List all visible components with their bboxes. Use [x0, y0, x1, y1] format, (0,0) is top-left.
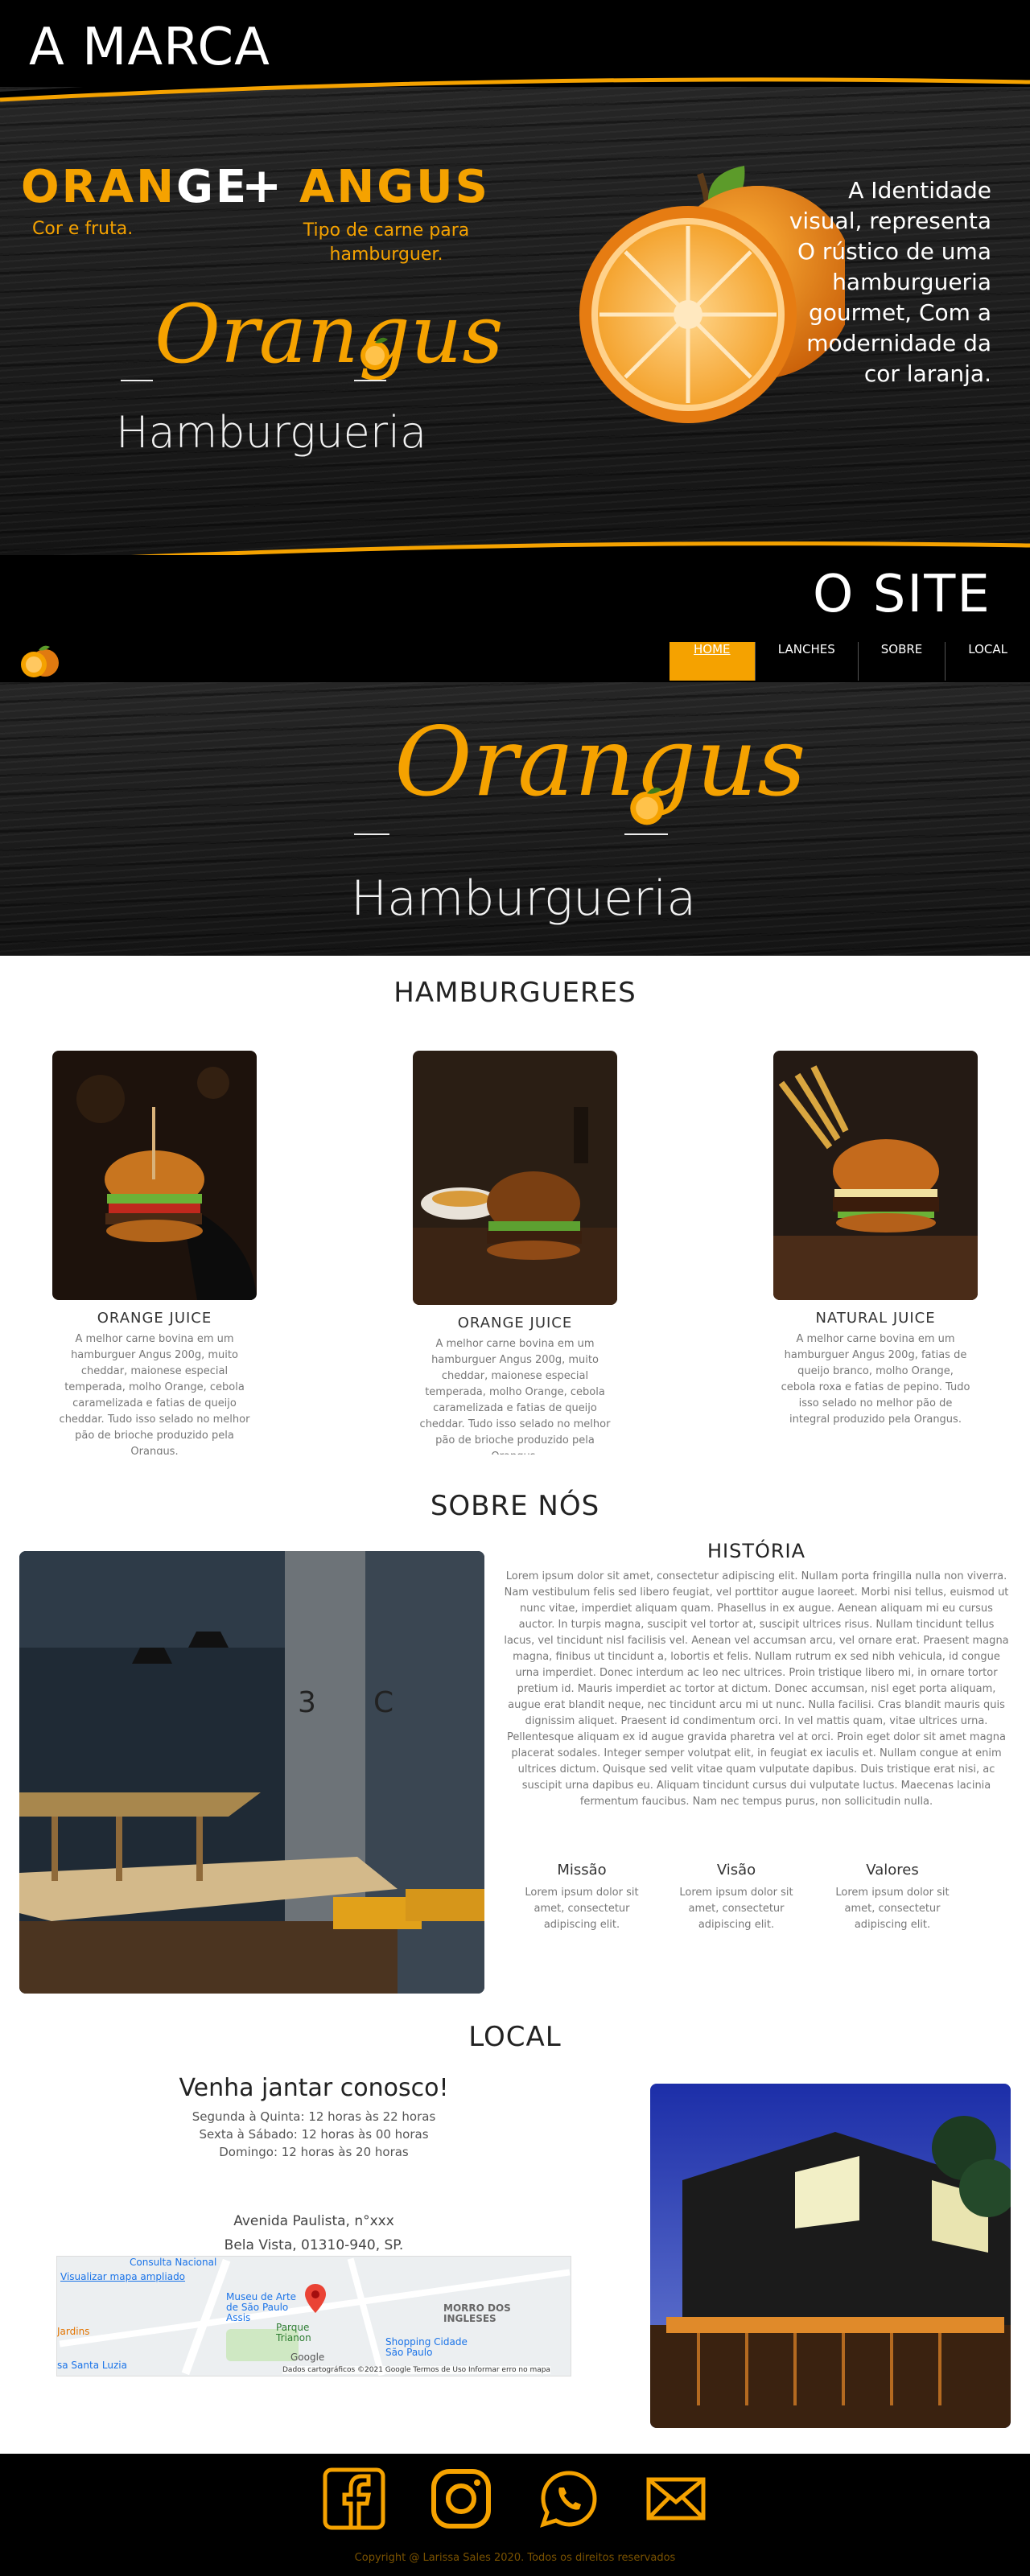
burger-description: A melhor carne bovina em um hamburguer A…	[781, 1333, 970, 1426]
opening-hours: Segunda à Quinta: 12 horas às 22 horas S…	[56, 2108, 571, 2161]
main-nav: HOME LANCHES SOBRE LOCAL	[669, 642, 1030, 681]
hero-logo-script: Orangus	[394, 706, 806, 817]
hero-banner: Orangus Hamburgueria	[0, 682, 1030, 956]
burger-description: A melhor carne bovina em um hamburguer A…	[59, 1333, 250, 1458]
caption-orange: Cor e fruta.	[32, 219, 134, 239]
mail-icon[interactable]	[644, 2467, 708, 2531]
about-section: SOBRE NÓS 3 C HISTÓRIA Lorem ipsum dolor…	[0, 1455, 1030, 2018]
burger-card: ORANGE JUICE A melhor carne bovina em um…	[50, 1051, 259, 1460]
facebook-icon[interactable]	[322, 2467, 386, 2531]
svg-text:C: C	[373, 1686, 393, 1719]
burger-name: ORANGE JUICE	[97, 1310, 212, 1327]
burger-card: NATURAL JUICE A melhor carne bovina em u…	[771, 1051, 980, 1428]
hero-orange-icon	[630, 787, 664, 825]
burger-description: A melhor carne bovina em um hamburguer A…	[419, 1338, 611, 1463]
values-block: Valores Lorem ipsum dolor sit amet, cons…	[832, 1862, 953, 1933]
invite-heading: Venha jantar conosco!	[179, 2074, 449, 2102]
site-heading: O SITE	[813, 565, 991, 624]
hero-logo-subtitle: Hamburgueria	[351, 870, 697, 927]
address-line: Avenida Paulista, n°xxx	[233, 2213, 394, 2229]
hours-line: Domingo: 12 horas às 20 horas	[219, 2145, 409, 2159]
word-orange: ORANGE	[21, 161, 249, 213]
caption-angus: Tipo de carne para hamburguer.	[303, 220, 470, 265]
burger-photo	[413, 1051, 617, 1305]
social-icons	[322, 2467, 708, 2531]
mission-text: Lorem ipsum dolor sit amet, consectetur …	[525, 1887, 639, 1931]
site-navbar: HOME LANCHES SOBRE LOCAL	[0, 628, 1030, 682]
map-pin-icon[interactable]	[305, 2284, 326, 2313]
values-title: Valores	[866, 1862, 919, 1879]
burger-photo	[773, 1051, 978, 1300]
location-title: LOCAL	[468, 2021, 562, 2053]
burgers-section: HAMBURGUERES ORANGE JUICE A melhor carne…	[0, 956, 1030, 1463]
vision-block: Visão Lorem ipsum dolor sit amet, consec…	[676, 1862, 797, 1933]
plus-sign: +	[241, 158, 282, 214]
location-section: LOCAL Venha jantar conosco! Segunda à Qu…	[0, 2018, 1030, 2454]
brand-section: A MARCA ORANGE + ANGUS Cor e fruta. Tipo…	[0, 0, 1030, 571]
hero-logo: Orangus Hamburgueria	[351, 706, 806, 940]
svg-text:3: 3	[298, 1686, 316, 1719]
embedded-map[interactable]: Visualizar mapa ampliado Consulta Nacion…	[56, 2256, 571, 2376]
orange-fruit-icon	[360, 337, 389, 370]
orange-stripe-top	[0, 69, 1030, 102]
site-footer: Copyright @ Larissa Sales 2020. Todos os…	[0, 2454, 1030, 2576]
burgers-title: HAMBURGUERES	[393, 977, 637, 1009]
burger-name: NATURAL JUICE	[815, 1310, 936, 1327]
nav-logo-icon[interactable]	[18, 644, 63, 679]
address-line: Bela Vista, 01310-940, SP.	[224, 2237, 404, 2253]
logo-script: Orangus	[154, 287, 504, 381]
restaurant-interior-photo: 3 C	[19, 1551, 484, 1994]
hours-line: Segunda à Quinta: 12 horas às 22 horas	[192, 2109, 436, 2124]
address: Avenida Paulista, n°xxx Bela Vista, 0131…	[56, 2209, 571, 2257]
history-title: HISTÓRIA	[707, 1540, 806, 1562]
logo-subtitle: Hamburgueria	[116, 407, 427, 458]
burger-photo	[52, 1051, 257, 1300]
map-attribution: Dados cartográficos ©2021 Google Termos …	[282, 2366, 550, 2374]
identity-text: A Identidade visual, representa O rústic…	[789, 177, 991, 387]
map-enlarge-link[interactable]: Visualizar mapa ampliado	[60, 2271, 185, 2282]
nav-sobre[interactable]: SOBRE	[857, 642, 946, 681]
nav-local[interactable]: LOCAL	[945, 642, 1030, 681]
values-text: Lorem ipsum dolor sit amet, consectetur …	[835, 1887, 950, 1931]
nav-home[interactable]: HOME	[669, 642, 755, 681]
vision-text: Lorem ipsum dolor sit amet, consectetur …	[679, 1887, 793, 1931]
word-angus: ANGUS	[299, 161, 490, 213]
mission-block: Missão Lorem ipsum dolor sit amet, conse…	[521, 1862, 642, 1933]
whatsapp-icon[interactable]	[537, 2467, 601, 2531]
mission-title: Missão	[557, 1862, 607, 1879]
burger-name: ORANGE JUICE	[457, 1315, 573, 1331]
history-text: Lorem ipsum dolor sit amet, consectetur …	[504, 1570, 1009, 1808]
restaurant-building-photo	[650, 2084, 1011, 2428]
burger-card: ORANGE JUICE A melhor carne bovina em um…	[410, 1051, 620, 1465]
nav-lanches[interactable]: LANCHES	[754, 642, 858, 681]
about-title: SOBRE NÓS	[430, 1490, 600, 1522]
brand-logo: Orangus Hamburgueria	[113, 283, 504, 468]
copyright-text: Copyright @ Larissa Sales 2020. Todos os…	[354, 2552, 676, 2564]
hours-line: Sexta à Sábado: 12 horas às 00 horas	[199, 2127, 429, 2142]
vision-title: Visão	[716, 1862, 756, 1879]
site-section-header: O SITE	[0, 555, 1030, 628]
instagram-icon[interactable]	[429, 2467, 493, 2531]
